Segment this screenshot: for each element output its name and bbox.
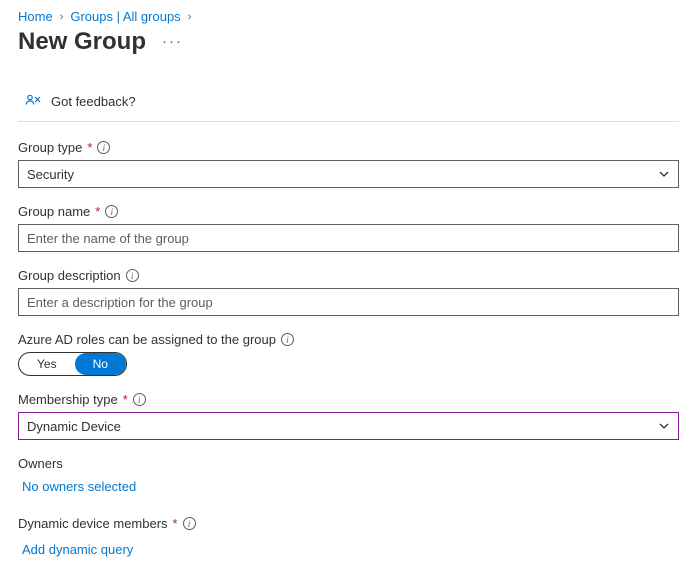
required-indicator: * — [123, 392, 128, 407]
group-description-field: Group description i — [18, 268, 679, 316]
aad-roles-label: Azure AD roles can be assigned to the gr… — [18, 332, 276, 347]
group-name-label: Group name — [18, 204, 90, 219]
info-icon[interactable]: i — [281, 333, 294, 346]
group-type-value: Security — [27, 167, 74, 182]
chevron-down-icon — [658, 168, 670, 180]
membership-type-value: Dynamic Device — [27, 419, 121, 434]
info-icon[interactable]: i — [183, 517, 196, 530]
group-description-label: Group description — [18, 268, 121, 283]
group-name-field: Group name * i — [18, 204, 679, 252]
chevron-right-icon: › — [188, 11, 192, 23]
title-row: New Group ··· — [18, 28, 679, 56]
breadcrumb: Home › Groups | All groups › — [18, 9, 679, 24]
chevron-down-icon — [658, 420, 670, 432]
group-type-field: Group type * i Security — [18, 140, 679, 188]
info-icon[interactable]: i — [133, 393, 146, 406]
dynamic-members-field: Dynamic device members * i Add dynamic q… — [18, 516, 679, 563]
feedback-label: Got feedback? — [51, 94, 136, 109]
group-name-input[interactable] — [18, 224, 679, 252]
aad-roles-toggle[interactable]: Yes No — [18, 352, 127, 376]
owners-label: Owners — [18, 456, 679, 471]
feedback-icon — [24, 92, 42, 110]
toggle-yes[interactable]: Yes — [19, 353, 75, 375]
group-description-input[interactable] — [18, 288, 679, 316]
group-type-label: Group type — [18, 140, 82, 155]
breadcrumb-groups[interactable]: Groups | All groups — [70, 9, 180, 24]
toggle-no[interactable]: No — [75, 353, 126, 375]
required-indicator: * — [87, 140, 92, 155]
owners-link[interactable]: No owners selected — [18, 473, 140, 500]
membership-type-field: Membership type * i Dynamic Device — [18, 392, 679, 440]
page-title: New Group — [18, 28, 146, 56]
feedback-link[interactable]: Got feedback? — [18, 84, 679, 122]
add-dynamic-query-link[interactable]: Add dynamic query — [18, 536, 137, 563]
membership-type-label: Membership type — [18, 392, 118, 407]
more-actions-button[interactable]: ··· — [162, 33, 183, 50]
dynamic-members-label: Dynamic device members — [18, 516, 168, 531]
membership-type-select[interactable]: Dynamic Device — [18, 412, 679, 440]
owners-field: Owners No owners selected — [18, 456, 679, 500]
aad-roles-field: Azure AD roles can be assigned to the gr… — [18, 332, 679, 376]
info-icon[interactable]: i — [105, 205, 118, 218]
required-indicator: * — [95, 204, 100, 219]
breadcrumb-home[interactable]: Home — [18, 9, 53, 24]
group-type-select[interactable]: Security — [18, 160, 679, 188]
chevron-right-icon: › — [60, 11, 64, 23]
info-icon[interactable]: i — [126, 269, 139, 282]
required-indicator: * — [173, 516, 178, 531]
info-icon[interactable]: i — [97, 141, 110, 154]
